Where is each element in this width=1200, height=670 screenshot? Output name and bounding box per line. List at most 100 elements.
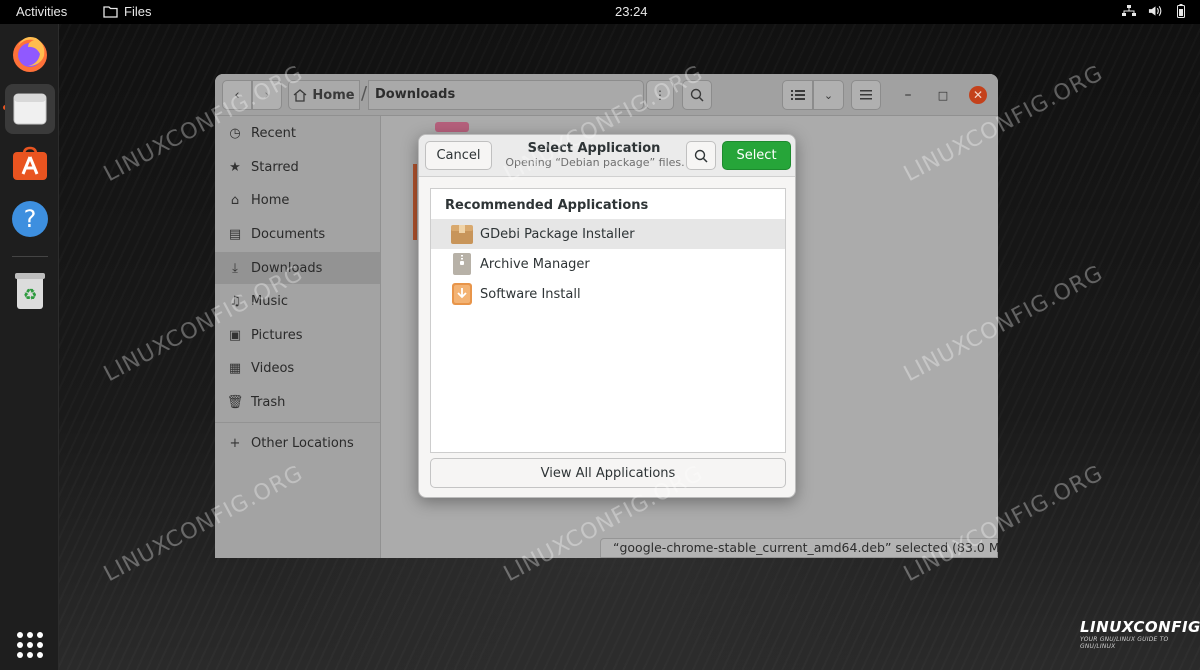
volume-icon	[1148, 3, 1162, 19]
search-icon	[694, 149, 708, 163]
view-all-applications-button[interactable]: View All Applications	[430, 458, 786, 488]
sidebar-item-recent[interactable]: ◷ Recent	[215, 117, 380, 149]
dock: ? ♻	[0, 24, 59, 670]
film-icon: ▦	[228, 360, 242, 376]
dock-help[interactable]: ?	[5, 194, 55, 244]
files-icon	[13, 93, 47, 125]
document-icon: ▤	[228, 226, 242, 242]
maximize-button[interactable]: □	[934, 86, 952, 104]
sidebar-item-label: Documents	[251, 226, 326, 242]
sidebar-item-documents[interactable]: ▤ Documents	[215, 218, 380, 250]
chevron-left-icon: ‹	[234, 87, 240, 103]
ubuntu-software-icon	[13, 146, 47, 180]
maximize-icon: □	[937, 88, 949, 102]
close-button[interactable]: ✕	[969, 86, 987, 104]
path-current-button[interactable]: Downloads	[368, 80, 644, 110]
forward-button[interactable]: ›	[252, 80, 282, 110]
package-icon	[451, 225, 473, 244]
sidebar-item-downloads[interactable]: ⤓ Downloads	[215, 252, 380, 284]
close-icon: ✕	[972, 88, 984, 102]
sidebar: ◷ Recent ★ Starred ⌂ Home ▤ Documents ⤓ …	[215, 116, 381, 558]
file-item-icon[interactable]	[435, 122, 469, 132]
path-home-label: Home	[312, 87, 355, 103]
back-button[interactable]: ‹	[222, 80, 252, 110]
dock-ubuntu-software[interactable]	[5, 139, 55, 189]
minimize-button[interactable]: –	[899, 86, 917, 104]
top-bar: Activities Files 23:24	[0, 0, 1200, 24]
sidebar-item-label: Trash	[251, 394, 286, 410]
sidebar-item-music[interactable]: ♫ Music	[215, 285, 380, 317]
trash-icon: ♻	[15, 273, 45, 309]
list-view-icon	[790, 90, 805, 100]
sidebar-item-home[interactable]: ⌂ Home	[215, 184, 380, 216]
star-icon: ★	[229, 159, 241, 175]
trash-icon: 🗑	[226, 394, 244, 410]
path-menu-button[interactable]: ⋮	[646, 80, 674, 110]
kebab-menu-icon: ⋮	[654, 88, 666, 102]
sidebar-item-label: Pictures	[251, 327, 303, 343]
cancel-button[interactable]: Cancel	[425, 141, 492, 170]
app-row-archive-manager[interactable]: Archive Manager	[431, 249, 785, 279]
download-icon: ⤓	[232, 260, 238, 276]
application-list: Recommended Applications GDebi Package I…	[430, 188, 786, 453]
sidebar-item-label: Other Locations	[251, 435, 354, 451]
select-application-dialog: Cancel Select Application Opening “Debia…	[418, 134, 796, 498]
sidebar-item-trash[interactable]: 🗑 Trash	[215, 386, 380, 418]
dock-trash[interactable]: ♻	[5, 266, 55, 316]
main-menu-button[interactable]	[851, 80, 881, 110]
app-row-label: GDebi Package Installer	[480, 226, 635, 242]
path-home-button[interactable]: Home	[288, 80, 360, 110]
dialog-header: Cancel Select Application Opening “Debia…	[419, 135, 795, 177]
select-button[interactable]: Select	[722, 141, 791, 170]
app-grid-icon	[17, 632, 43, 658]
app-row-label: Archive Manager	[480, 256, 590, 272]
sidebar-item-label: Starred	[251, 159, 299, 175]
dock-firefox[interactable]	[5, 29, 55, 79]
home-icon	[293, 88, 307, 102]
search-button[interactable]	[686, 141, 716, 170]
svg-text:♻: ♻	[23, 285, 37, 304]
list-heading: Recommended Applications	[445, 198, 649, 213]
dialog-title: Select Application	[527, 141, 661, 156]
activities-button[interactable]: Activities	[16, 4, 67, 19]
archive-icon	[453, 253, 471, 275]
sidebar-item-label: Downloads	[251, 260, 323, 276]
status-bar: “google-chrome-stable_current_amd64.deb”…	[600, 538, 998, 558]
sidebar-item-pictures[interactable]: ▣ Pictures	[215, 319, 380, 351]
minimize-icon: –	[904, 87, 912, 103]
app-row-gdebi[interactable]: GDebi Package Installer	[431, 219, 785, 249]
app-menu[interactable]: Files	[103, 4, 151, 19]
sidebar-item-label: Videos	[251, 360, 295, 376]
list-view-button[interactable]	[782, 80, 813, 110]
file-item-icon[interactable]	[413, 164, 417, 240]
chevron-down-icon: ⌄	[823, 88, 834, 102]
path-separator: /	[361, 83, 368, 104]
home-icon: ⌂	[230, 192, 240, 208]
sidebar-separator	[215, 422, 380, 423]
app-menu-label: Files	[124, 4, 152, 19]
chevron-right-icon: ›	[264, 87, 270, 103]
folder-icon	[103, 6, 118, 18]
software-install-icon	[452, 283, 472, 305]
system-tray[interactable]	[1122, 3, 1188, 19]
logo-tagline: YOUR GNU/LINUX GUIDE TO GNU/LINUX	[1080, 636, 1169, 650]
dock-files[interactable]	[5, 84, 55, 134]
sidebar-item-starred[interactable]: ★ Starred	[215, 151, 380, 183]
dialog-subtitle: Opening “Debian package” files.	[505, 156, 685, 169]
app-row-software-install[interactable]: Software Install	[431, 279, 785, 309]
battery-icon	[1174, 3, 1188, 19]
plus-icon: +	[229, 435, 241, 451]
show-apps-button[interactable]	[5, 620, 55, 670]
clock[interactable]: 23:24	[615, 4, 648, 19]
sidebar-item-videos[interactable]: ▦ Videos	[215, 352, 380, 384]
header-bar: ‹ › Home / Downloads ⋮ ⌄ – □ ✕	[215, 74, 998, 116]
help-icon: ?	[12, 201, 48, 237]
app-row-label: Software Install	[480, 286, 581, 302]
view-options-button[interactable]: ⌄	[813, 80, 844, 110]
sidebar-item-label: Music	[251, 293, 288, 309]
dock-separator	[12, 256, 48, 257]
search-icon	[690, 88, 704, 102]
logo-name: LINUXCONFIG	[1080, 618, 1200, 636]
sidebar-item-other-locations[interactable]: + Other Locations	[215, 427, 380, 459]
search-button[interactable]	[682, 80, 712, 110]
